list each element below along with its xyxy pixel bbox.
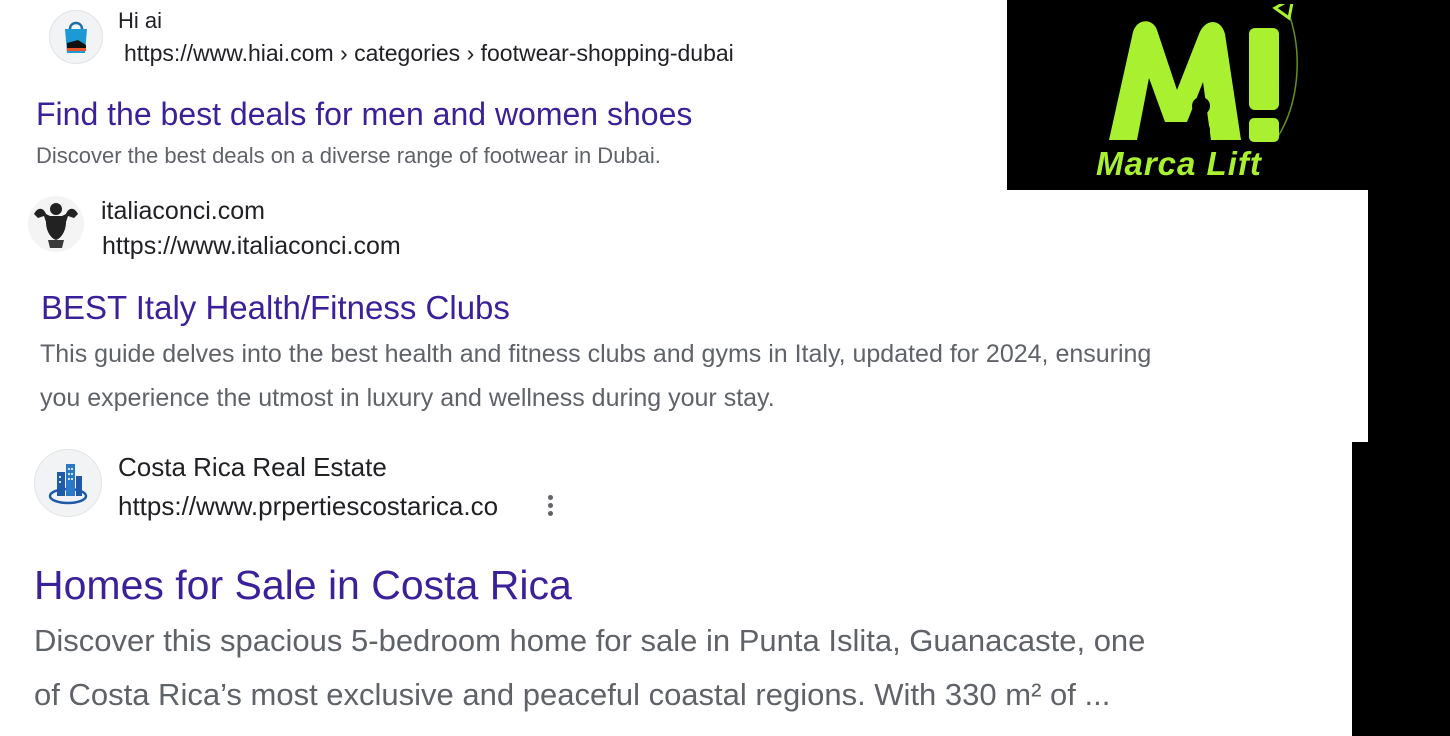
- site-url[interactable]: https://www.italiaconci.com: [102, 232, 401, 261]
- shopping-bag-icon[interactable]: [49, 10, 103, 64]
- result-snippet: Discover the best deals on a diverse ran…: [36, 143, 661, 168]
- result-snippet-line: This guide delves into the best health a…: [40, 340, 1152, 368]
- result-title-link[interactable]: BEST Italy Health/Fitness Clubs: [41, 289, 510, 327]
- more-options-icon[interactable]: [542, 490, 560, 520]
- site-name[interactable]: Costa Rica Real Estate: [118, 452, 387, 483]
- black-border-strip: [1368, 190, 1450, 442]
- result-snippet-line: of Costa Rica’s most exclusive and peace…: [34, 677, 1111, 712]
- site-url[interactable]: https://www.prpertiescostarica.co: [118, 491, 498, 522]
- site-name[interactable]: italiaconci.com: [101, 197, 265, 226]
- result-title-link[interactable]: Homes for Sale in Costa Rica: [34, 562, 572, 609]
- result-title-link[interactable]: Find the best deals for men and women sh…: [36, 96, 692, 133]
- marcalift-logo-text: Marca Lift: [1096, 145, 1262, 182]
- black-border-strip-lower: [1352, 442, 1450, 736]
- marcalift-logo-icon: [1109, 4, 1298, 142]
- bodybuilder-icon[interactable]: [28, 196, 84, 252]
- site-url[interactable]: https://www.hiai.com › categories › foot…: [124, 40, 734, 67]
- cropped-text-fragment: ▪▪▪▪ ▪ ▪ ▪ ▪: [785, 186, 955, 194]
- buildings-icon[interactable]: [34, 449, 102, 517]
- result-snippet-line: you experience the utmost in luxury and …: [40, 384, 775, 412]
- result-snippet-line: Discover this spacious 5-bedroom home fo…: [34, 623, 1146, 658]
- site-name[interactable]: Hi ai: [118, 8, 162, 34]
